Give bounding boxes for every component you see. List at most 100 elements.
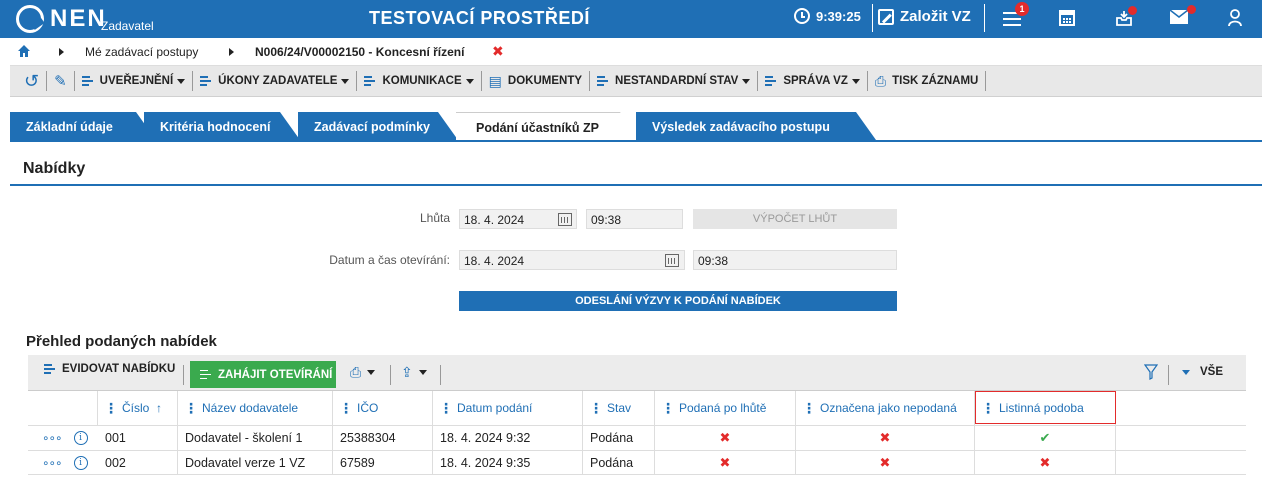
cross-icon: ✖ (655, 451, 796, 475)
mail-icon[interactable] (1169, 5, 1196, 32)
evidovat-nabidku-button[interactable]: EVIDOVAT NABÍDKU (44, 363, 175, 375)
col-actions (28, 391, 98, 425)
info-icon[interactable]: i (73, 431, 88, 445)
filter-button[interactable] (1144, 364, 1158, 380)
highlight-box (975, 391, 1116, 424)
column-menu-icon[interactable]: ⋮ (339, 400, 353, 417)
calendar-icon[interactable] (558, 213, 572, 226)
column-menu-icon[interactable]: ⋮ (802, 400, 816, 417)
table-row[interactable]: ∘∘∘ i 002 Dodavatel verze 1 VZ 67589 18. … (28, 450, 1246, 475)
table-row[interactable]: ∘∘∘ i 001 Dodavatel - školení 1 25388304 … (28, 425, 1246, 450)
toolbar-nestandardni[interactable]: NESTANDARDNÍ STAV (590, 71, 759, 91)
inbox-icon[interactable] (1115, 6, 1137, 31)
divider (440, 365, 441, 385)
filter-icon (1144, 364, 1158, 380)
column-menu-icon[interactable]: ⋮ (184, 400, 198, 417)
export-menu-button[interactable]: ⇪ (401, 364, 427, 381)
create-vz-button[interactable]: Založit VZ (878, 8, 971, 25)
user-icon[interactable] (1228, 9, 1250, 31)
breadcrumb-item-current: N006/24/V00002150 - Koncesní řízení (255, 45, 465, 59)
cell-datum: 18. 4. 2024 9:35 (433, 451, 583, 475)
menu-icon[interactable]: 1 (1003, 2, 1029, 30)
caret-down-icon (177, 78, 186, 84)
zahajit-otevirani-button[interactable]: ZAHÁJIT OTEVÍRÁNÍ (190, 361, 336, 388)
col-cislo[interactable]: ⋮ Číslo ↑ (98, 391, 178, 425)
home-icon[interactable] (18, 45, 30, 57)
toolbar-label: KOMUNIKACE (382, 75, 462, 87)
cross-icon: ✖ (796, 451, 975, 475)
divider (183, 365, 184, 385)
column-menu-icon[interactable]: ⋮ (589, 400, 603, 417)
calculator-icon[interactable] (1059, 10, 1081, 32)
chevron-right-icon (59, 48, 64, 56)
toolbar-label: DOKUMENTY (507, 75, 583, 87)
vse-dropdown[interactable]: VŠE (1182, 366, 1223, 378)
toolbar-tisk[interactable]: ⎙ TISK ZÁZNAMU (868, 71, 987, 91)
column-menu-icon[interactable]: ⋮ (104, 400, 118, 417)
notification-dot (1187, 5, 1196, 14)
info-icon[interactable]: i (73, 456, 88, 470)
print-menu-button[interactable]: ⎙ (350, 364, 376, 381)
toolbar-komunikace[interactable]: KOMUNIKACE (357, 71, 482, 91)
lhuta-label: Lhůta (419, 211, 450, 225)
menu-lines-icon (81, 75, 94, 87)
caret-down-icon (418, 370, 427, 375)
breadcrumb-item-postupy[interactable]: Mé zadávací postupy (85, 45, 198, 59)
vse-label: VŠE (1200, 366, 1224, 378)
sort-asc-icon: ↑ (156, 401, 163, 415)
toolbar-uverejneni[interactable]: UVEŘEJNĚNÍ (75, 71, 194, 91)
tab-underline (10, 140, 1262, 142)
pencil-icon: ✎ (54, 73, 67, 90)
toolbar-ukony[interactable]: ÚKONY ZADAVATELE (193, 71, 358, 91)
check-icon: ✔ (975, 426, 1116, 450)
cell-nazev: Dodavatel - školení 1 (178, 426, 333, 450)
col-label: Číslo (122, 401, 150, 415)
lhuta-time-field[interactable]: 09:38 (586, 209, 683, 229)
col-ico[interactable]: ⋮ IČO (333, 391, 433, 425)
vypocet-lhut-button[interactable]: VÝPOČET LHŮT (693, 209, 897, 229)
nen-logo[interactable]: NEN (16, 4, 107, 34)
notification-badge: 1 (1015, 2, 1029, 16)
menu-lines-icon (765, 75, 777, 87)
otevirani-time-field[interactable]: 09:38 (693, 250, 897, 270)
col-nazev[interactable]: ⋮ Název dodavatele (178, 391, 333, 425)
grid-toolbar: EVIDOVAT NABÍDKU ZAHÁJIT OTEVÍRÁNÍ ⎙ ⇪ V… (28, 355, 1246, 391)
toolbar-sprava[interactable]: SPRÁVA VZ (758, 71, 868, 91)
lhuta-date-field[interactable]: 18. 4. 2024 (459, 209, 577, 229)
session-timer: 9:39:25 (794, 8, 861, 24)
evidovat-label: EVIDOVAT NABÍDKU (62, 363, 176, 375)
tab-kriteria[interactable]: Kritéria hodnocení (144, 112, 300, 140)
edit-icon (878, 8, 894, 25)
column-menu-icon[interactable]: ⋮ (661, 400, 675, 417)
caret-down-icon (851, 78, 860, 84)
tab-zakladni-udaje[interactable]: Základní údaje (10, 112, 156, 140)
col-stav[interactable]: ⋮ Stav (583, 391, 655, 425)
menu-lines-icon (44, 363, 56, 375)
clock-icon (794, 8, 810, 24)
col-nepodana[interactable]: ⋮ Označena jako nepodaná (796, 391, 975, 425)
caret-down-icon (341, 78, 350, 84)
tab-bar: Základní údaje Kritéria hodnocení Zadáva… (10, 112, 1262, 140)
close-icon[interactable]: ✖ (492, 43, 504, 60)
refresh-button[interactable]: ↺ (10, 71, 48, 91)
toolbar-dokumenty[interactable]: ▤ DOKUMENTY (482, 71, 591, 91)
column-menu-icon[interactable]: ⋮ (439, 400, 453, 417)
more-icon[interactable]: ∘∘∘ (42, 456, 63, 470)
tab-vysledek[interactable]: Výsledek zadávacího postupu (636, 112, 876, 140)
more-icon[interactable]: ∘∘∘ (42, 431, 63, 445)
tab-zadavaci-podminky[interactable]: Zadávací podmínky (298, 112, 458, 140)
notification-dot (1128, 6, 1137, 15)
main-toolbar: ↺ ✎ UVEŘEJNĚNÍ ÚKONY ZADAVATELE KOMUNIKA… (10, 65, 1262, 97)
tab-podani-ucastniku[interactable]: Podání účastníků ZP (456, 112, 640, 140)
calendar-icon[interactable] (665, 254, 679, 267)
edit-button[interactable]: ✎ (47, 71, 75, 91)
col-po-lhute[interactable]: ⋮ Podaná po lhůtě (655, 391, 796, 425)
logo-subtitle: Zadavatel (101, 19, 154, 33)
col-label: IČO (357, 401, 379, 415)
menu-lines-icon (597, 75, 609, 87)
odeslani-vyzvy-button[interactable]: ODESLÁNÍ VÝZVY K PODÁNÍ NABÍDEK (459, 291, 897, 311)
col-datum[interactable]: ⋮ Datum podání (433, 391, 583, 425)
col-label: Stav (607, 401, 632, 415)
breadcrumb: Mé zadávací postupy N006/24/V00002150 - … (0, 38, 1262, 65)
otevirani-date-field[interactable]: 18. 4. 2024 (459, 250, 685, 270)
